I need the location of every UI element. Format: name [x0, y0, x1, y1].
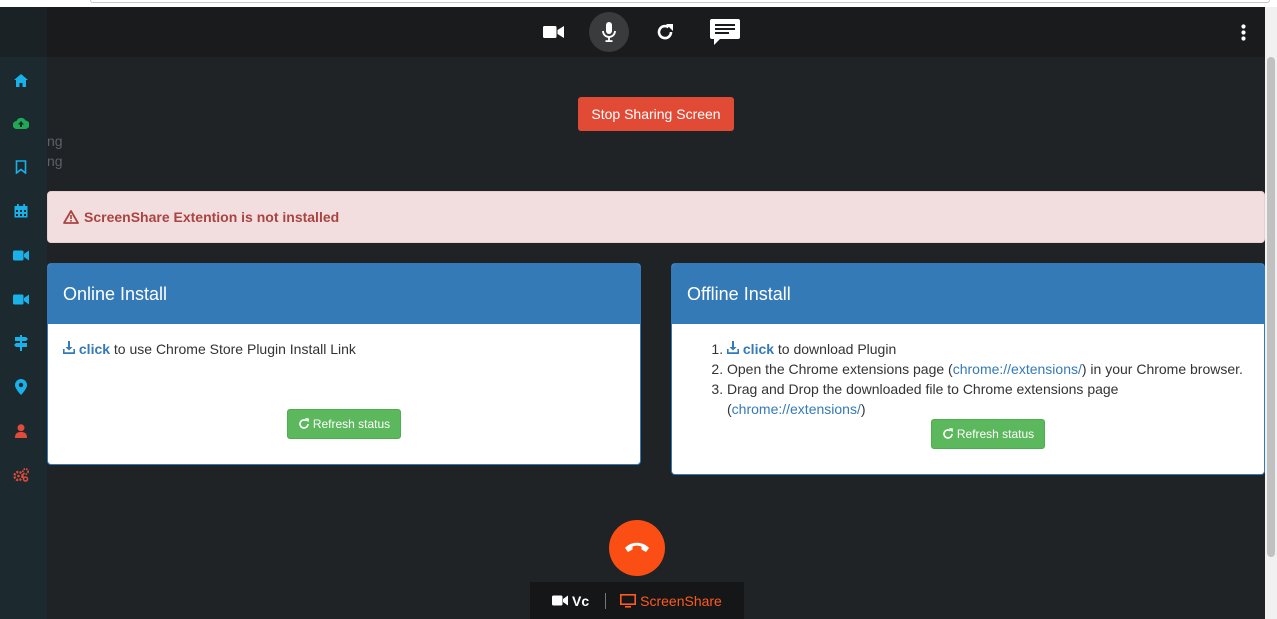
- step-text: ) in your Chrome browser.: [1081, 361, 1243, 377]
- warning-icon: [63, 210, 79, 224]
- sidebar-ghost-label: ng: [47, 153, 63, 169]
- step-text: Open the Chrome extensions page (: [727, 361, 953, 377]
- refresh-icon: [943, 428, 953, 439]
- extension-not-installed-alert: ScreenShare Extention is not installed: [47, 191, 1265, 243]
- phone-hangup-icon: [625, 542, 649, 552]
- hang-up-button[interactable]: [609, 520, 665, 576]
- refresh-status-button[interactable]: Refresh status: [287, 409, 401, 439]
- download-icon: [727, 341, 739, 354]
- scrollbar-thumb[interactable]: [1267, 57, 1275, 557]
- tab-screenshare-label: ScreenShare: [640, 592, 722, 609]
- chrome-extensions-link[interactable]: chrome://extensions/: [953, 361, 1082, 377]
- sidebar-ghost-label: ng: [47, 133, 63, 149]
- video-camera-icon[interactable]: [12, 246, 30, 264]
- offline-install-body: click to download Plugin Open the Chrome…: [672, 324, 1264, 474]
- online-install-instruction: click to use Chrome Store Plugin Install…: [63, 339, 625, 359]
- microphone-icon[interactable]: [589, 12, 629, 52]
- cloud-upload-icon[interactable]: [12, 114, 30, 132]
- call-toolbar: [47, 7, 1265, 57]
- panel-title: Offline Install: [672, 264, 1264, 324]
- video-camera-icon: [552, 595, 568, 606]
- signpost-icon[interactable]: [12, 334, 30, 352]
- refresh-icon[interactable]: [645, 12, 685, 52]
- left-sidebar: [0, 7, 47, 619]
- offline-install-steps: click to download Plugin Open the Chrome…: [727, 339, 1249, 419]
- tab-vc[interactable]: Vc: [552, 593, 589, 609]
- refresh-icon: [299, 418, 309, 429]
- user-icon[interactable]: [12, 422, 30, 440]
- download-plugin-link[interactable]: click: [743, 341, 774, 357]
- chrome-store-install-link[interactable]: click: [79, 341, 110, 357]
- video-camera-icon[interactable]: [12, 290, 30, 308]
- desktop-icon: [620, 593, 637, 608]
- tab-screenshare[interactable]: ScreenShare: [620, 593, 722, 609]
- download-icon: [63, 341, 75, 354]
- sidebar-top-block: [0, 7, 47, 57]
- alert-message: ScreenShare Extention is not installed: [84, 209, 340, 225]
- chrome-extensions-link[interactable]: chrome://extensions/: [732, 401, 861, 417]
- cogs-icon[interactable]: [12, 466, 30, 484]
- offline-install-panel: Offline Install click to download Plugin…: [671, 263, 1265, 475]
- step-text: ): [860, 401, 866, 417]
- chat-icon[interactable]: [705, 12, 745, 52]
- refresh-status-button[interactable]: Refresh status: [931, 419, 1045, 449]
- browser-address-bar-edge: [0, 0, 1277, 7]
- step-text: to download Plugin: [774, 341, 897, 357]
- list-item: click to download Plugin: [727, 339, 1249, 359]
- online-install-panel: Online Install click to use Chrome Store…: [47, 263, 641, 465]
- tab-vc-label: Vc: [572, 592, 590, 609]
- map-marker-icon[interactable]: [12, 378, 30, 396]
- stop-sharing-screen-button[interactable]: Stop Sharing Screen: [578, 97, 734, 131]
- panel-title: Online Install: [48, 264, 640, 324]
- instruction-text: to use Chrome Store Plugin Install Link: [110, 341, 356, 357]
- list-item: Open the Chrome extensions page (chrome:…: [727, 359, 1249, 379]
- page-scrollbar[interactable]: [1265, 7, 1277, 619]
- call-mode-tabs: Vc ScreenShare: [530, 582, 744, 619]
- more-vertical-icon[interactable]: [1223, 12, 1263, 52]
- tab-divider: [605, 592, 607, 609]
- address-bar-bottom-edge: [90, 0, 1270, 3]
- refresh-status-label: Refresh status: [956, 427, 1035, 441]
- home-icon[interactable]: [12, 71, 30, 89]
- calendar-icon[interactable]: [12, 202, 30, 220]
- online-install-body: click to use Chrome Store Plugin Install…: [48, 324, 640, 464]
- bookmark-icon[interactable]: [12, 158, 30, 176]
- list-item: Drag and Drop the downloaded file to Chr…: [727, 379, 1249, 419]
- video-camera-icon[interactable]: [533, 12, 573, 52]
- refresh-status-label: Refresh status: [312, 417, 391, 431]
